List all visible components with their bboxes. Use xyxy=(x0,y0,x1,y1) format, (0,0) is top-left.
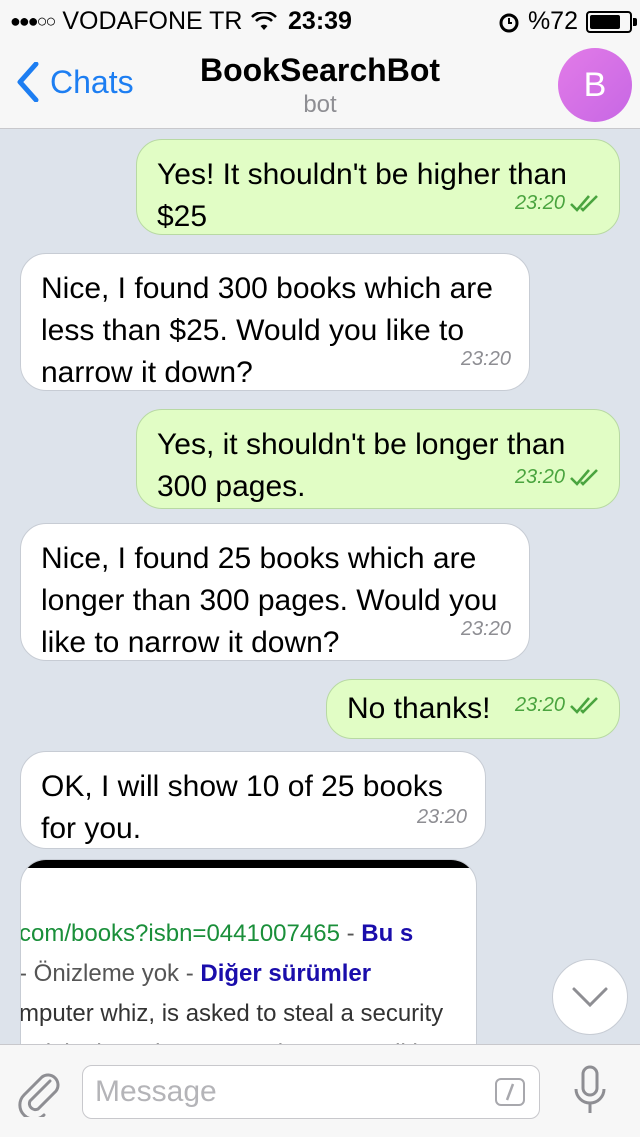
message-text: Yes, it shouldn't be longer than 300 pag… xyxy=(157,428,566,503)
outgoing-message[interactable]: No thanks! 23:20 xyxy=(326,679,620,739)
preview-link: Bu s xyxy=(361,920,414,947)
message-text: Nice, I found 25 books which are longer … xyxy=(41,542,498,659)
outgoing-message[interactable]: Yes, it shouldn't be longer than 300 pag… xyxy=(136,409,620,509)
double-check-icon xyxy=(570,195,598,212)
preview-text: mputer whiz, is asked to steal a securit… xyxy=(20,1000,444,1027)
microphone-button[interactable] xyxy=(572,1065,608,1122)
attach-button[interactable] xyxy=(16,1067,60,1122)
chat-area[interactable]: Yes! It shouldn't be higher than $25 23:… xyxy=(0,129,640,1044)
preview-link: Diğer sürümler xyxy=(200,960,372,987)
message-time: 23:20 xyxy=(514,466,565,488)
paperclip-icon xyxy=(18,1073,60,1121)
chat-title: BookSearchBot xyxy=(199,52,441,88)
incoming-message[interactable]: OK, I will show 10 of 25 books for you. … xyxy=(20,751,486,849)
status-right: %72 xyxy=(498,7,637,36)
battery-icon xyxy=(586,10,637,33)
preview-separator: - xyxy=(339,920,362,947)
avatar[interactable]: B xyxy=(558,48,632,122)
message-meta: 23:20 xyxy=(461,338,511,380)
chat-subtitle: bot xyxy=(303,91,337,118)
message-input-wrapper xyxy=(82,1065,540,1119)
message-time: 23:20 xyxy=(460,618,511,640)
preview-text: ank in the solar system, in a new editio… xyxy=(21,1034,476,1044)
preview-text: - Önizleme yok - xyxy=(20,960,201,987)
chevron-down-icon xyxy=(572,987,608,1008)
double-check-icon xyxy=(570,469,598,486)
message-time: 23:20 xyxy=(514,192,565,214)
image-message[interactable]: com/books?isbn=0441007465 - Bu s - Önizl… xyxy=(20,859,477,1044)
message-input[interactable] xyxy=(93,1074,477,1110)
message-text: OK, I will show 10 of 25 books for you. xyxy=(41,770,443,845)
incoming-message[interactable]: Nice, I found 300 books which are less t… xyxy=(20,253,530,391)
message-meta: 23:20 xyxy=(515,684,601,726)
scroll-down-button[interactable] xyxy=(552,959,628,1035)
composer-bar xyxy=(0,1044,640,1137)
alarm-icon xyxy=(499,13,519,32)
status-bar: ●●●○○ VODAFONE TR 23:39 %72 xyxy=(0,0,640,40)
battery-percent: %72 xyxy=(527,7,578,35)
message-text: Yes! It shouldn't be higher than $25 xyxy=(157,158,567,233)
message-meta: 23:20 xyxy=(515,182,601,224)
message-text: Nice, I found 300 books which are less t… xyxy=(41,272,493,389)
message-time: 23:20 xyxy=(416,806,467,828)
message-meta: 23:20 xyxy=(461,608,511,650)
chat-header[interactable]: BookSearchBot bot xyxy=(0,52,640,119)
message-time: 23:20 xyxy=(460,348,511,370)
image-preview: com/books?isbn=0441007465 - Bu s - Önizl… xyxy=(21,868,476,1044)
incoming-message[interactable]: Nice, I found 25 books which are longer … xyxy=(20,523,530,661)
message-text: No thanks! xyxy=(347,692,491,725)
image-border xyxy=(21,860,476,868)
preview-url: com/books?isbn=0441007465 xyxy=(20,920,340,947)
nav-bar: Chats BookSearchBot bot B xyxy=(0,40,640,129)
message-time: 23:20 xyxy=(514,694,565,716)
microphone-icon xyxy=(574,1065,606,1113)
slash-command-icon[interactable] xyxy=(495,1078,525,1106)
double-check-icon xyxy=(570,697,598,714)
message-meta: 23:20 xyxy=(417,796,467,838)
message-meta: 23:20 xyxy=(515,456,601,498)
outgoing-message[interactable]: Yes! It shouldn't be higher than $25 23:… xyxy=(136,139,620,235)
